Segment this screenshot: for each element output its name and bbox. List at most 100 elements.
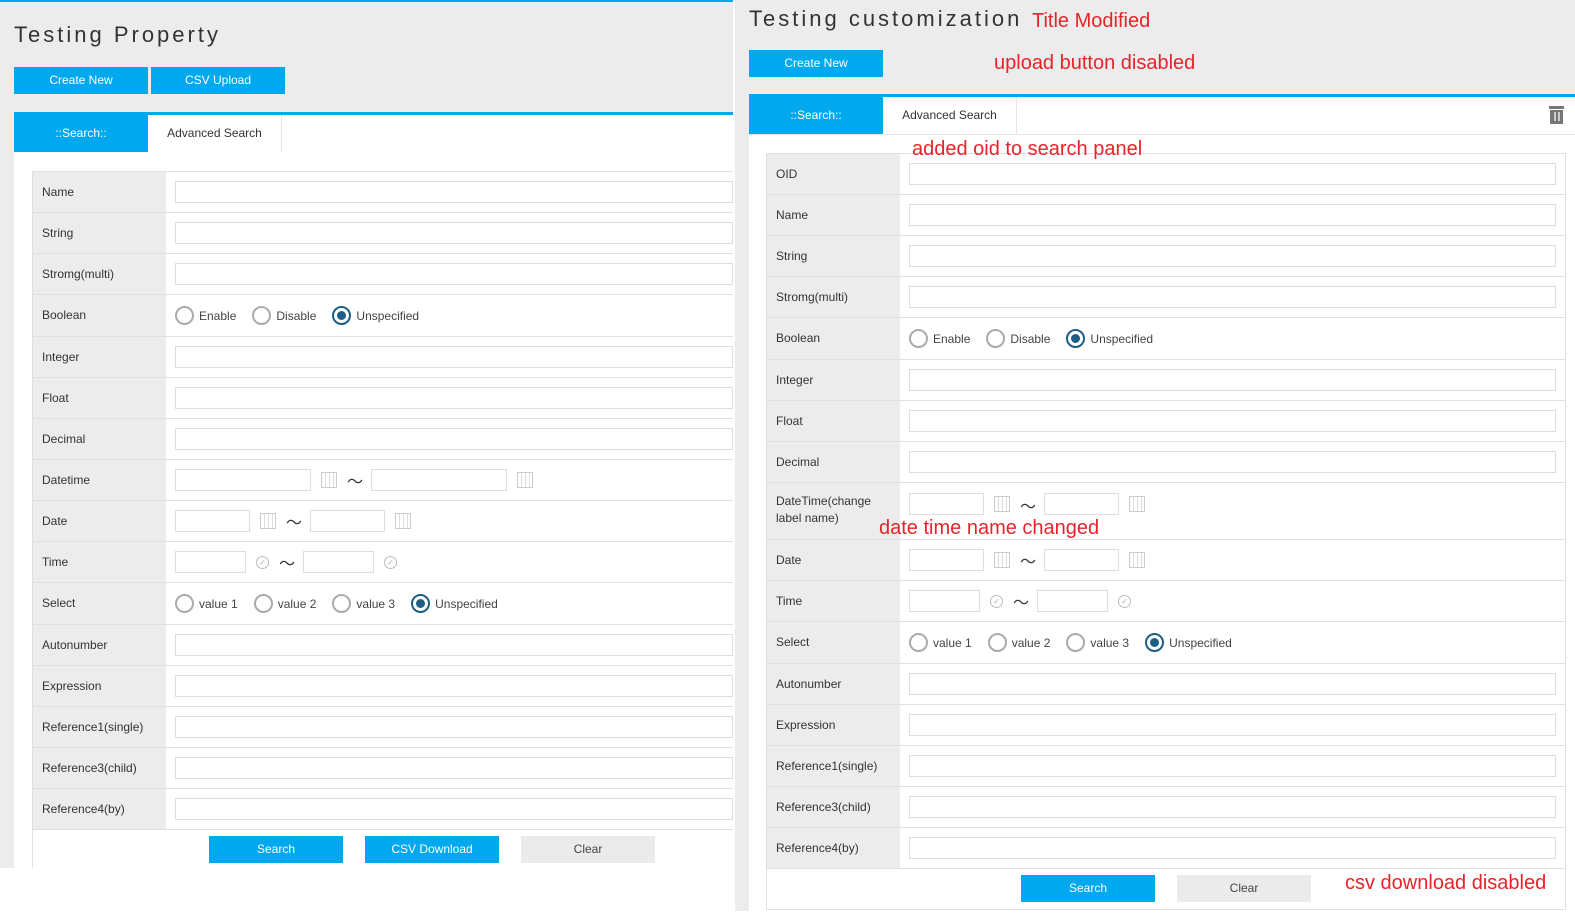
csv-upload-button[interactable]: CSV Upload — [151, 67, 285, 94]
radio-circle — [909, 633, 928, 652]
radio-circle — [175, 306, 194, 325]
radio-label: Disable — [1010, 331, 1051, 346]
radio-unspecified[interactable]: Unspecified — [411, 594, 498, 613]
float-input[interactable] — [175, 387, 733, 409]
radio-value-1[interactable]: value 1 — [909, 633, 972, 652]
clock-icon[interactable]: ✓ — [256, 555, 269, 569]
tab-advanced-search[interactable]: Advanced Search — [883, 97, 1017, 134]
search-button[interactable]: Search — [209, 836, 343, 863]
time-from-input[interactable] — [175, 551, 246, 573]
field-label: Reference3(child) — [767, 787, 900, 827]
expression-input[interactable] — [909, 714, 1556, 736]
row-reference3: Reference3(child) — [33, 748, 733, 789]
radio-enable[interactable]: Enable — [909, 329, 970, 348]
row-float: Float — [33, 378, 733, 419]
calendar-icon[interactable] — [994, 496, 1010, 512]
date-from-input[interactable] — [909, 549, 984, 571]
clear-button[interactable]: Clear — [1177, 875, 1311, 902]
clock-icon[interactable]: ✓ — [990, 594, 1003, 608]
row-integer: Integer — [33, 337, 733, 378]
calendar-icon[interactable] — [321, 472, 337, 488]
field-label: String — [767, 236, 900, 276]
integer-input[interactable] — [175, 346, 733, 368]
reference3-input[interactable] — [909, 796, 1556, 818]
date-from-input[interactable] — [175, 510, 250, 532]
clock-icon[interactable]: ✓ — [384, 555, 398, 569]
radio-value-2[interactable]: value 2 — [253, 594, 316, 613]
autonumber-input[interactable] — [175, 634, 733, 656]
clock-icon[interactable]: ✓ — [1118, 594, 1132, 608]
range-separator: 〜 — [1013, 595, 1030, 612]
datetime-to-input[interactable] — [371, 469, 508, 491]
string-input[interactable] — [175, 222, 733, 244]
calendar-icon[interactable] — [1129, 496, 1146, 512]
create-new-button[interactable]: Create New — [749, 50, 883, 77]
field-label: Date — [33, 501, 166, 541]
date-to-input[interactable] — [1044, 549, 1120, 571]
range-separator: 〜 — [347, 474, 364, 491]
radio-enable[interactable]: Enable — [175, 306, 236, 325]
radio-circle — [332, 306, 352, 325]
datetime-from-input[interactable] — [175, 469, 311, 491]
string-multi-input[interactable] — [909, 286, 1556, 308]
datetime-from-input[interactable] — [909, 493, 984, 515]
radio-disable[interactable]: Disable — [252, 306, 316, 325]
calendar-icon[interactable] — [517, 472, 534, 488]
reference4-input[interactable] — [175, 798, 733, 820]
radio-label: Unspecified — [1090, 331, 1154, 346]
radio-disable[interactable]: Disable — [986, 329, 1050, 348]
name-input[interactable] — [909, 204, 1556, 226]
trash-icon[interactable] — [1549, 106, 1564, 124]
radio-value-2[interactable]: value 2 — [987, 633, 1050, 652]
reference1-input[interactable] — [175, 716, 733, 738]
reference3-input[interactable] — [175, 757, 733, 779]
calendar-icon[interactable] — [994, 552, 1010, 568]
field-label: String — [33, 213, 166, 253]
csv-download-button[interactable]: CSV Download — [365, 836, 499, 863]
radio-circle — [987, 633, 1007, 652]
time-to-input[interactable] — [1037, 590, 1109, 612]
time-from-input[interactable] — [909, 590, 980, 612]
name-input[interactable] — [175, 181, 733, 203]
row-string-multi: Stromg(multi) — [767, 277, 1565, 318]
row-time: Time ✓ 〜 ✓ — [767, 581, 1565, 622]
row-time: Time ✓ 〜 ✓ — [33, 542, 733, 583]
radio-unspecified[interactable]: Unspecified — [332, 306, 419, 325]
tab-search[interactable]: ::Search:: — [14, 115, 148, 161]
decimal-input[interactable] — [909, 451, 1556, 473]
clear-button[interactable]: Clear — [521, 836, 655, 863]
string-multi-input[interactable] — [175, 263, 733, 285]
reference1-input[interactable] — [909, 755, 1556, 777]
search-button[interactable]: Search — [1021, 875, 1155, 902]
row-expression: Expression — [33, 666, 733, 707]
radio-unspecified[interactable]: Unspecified — [1145, 633, 1232, 652]
decimal-input[interactable] — [175, 428, 733, 450]
oid-input[interactable] — [909, 163, 1556, 185]
radio-value-3[interactable]: value 3 — [332, 594, 395, 613]
calendar-icon[interactable] — [395, 513, 412, 529]
row-boolean: Boolean Enable Disable Unspecified — [33, 295, 733, 337]
datetime-to-input[interactable] — [1044, 493, 1120, 515]
float-input[interactable] — [909, 410, 1556, 432]
calendar-icon[interactable] — [1129, 552, 1146, 568]
string-input[interactable] — [909, 245, 1556, 267]
field-label: Reference1(single) — [767, 746, 900, 786]
field-label: Select — [33, 583, 166, 624]
range-separator: 〜 — [1020, 554, 1037, 571]
tab-search[interactable]: ::Search:: — [749, 97, 883, 143]
create-new-button[interactable]: Create New — [14, 67, 148, 94]
radio-label: value 1 — [199, 596, 238, 611]
calendar-icon[interactable] — [260, 513, 276, 529]
radio-unspecified[interactable]: Unspecified — [1066, 329, 1153, 348]
autonumber-input[interactable] — [909, 673, 1556, 695]
integer-input[interactable] — [909, 369, 1556, 391]
radio-value-3[interactable]: value 3 — [1066, 633, 1129, 652]
reference4-input[interactable] — [909, 837, 1556, 859]
time-to-input[interactable] — [303, 551, 375, 573]
expression-input[interactable] — [175, 675, 733, 697]
tab-advanced-search[interactable]: Advanced Search — [148, 115, 282, 152]
radio-value-1[interactable]: value 1 — [175, 594, 238, 613]
row-name: Name — [767, 195, 1565, 236]
date-to-input[interactable] — [310, 510, 386, 532]
page-title: Testing Property — [14, 22, 221, 47]
